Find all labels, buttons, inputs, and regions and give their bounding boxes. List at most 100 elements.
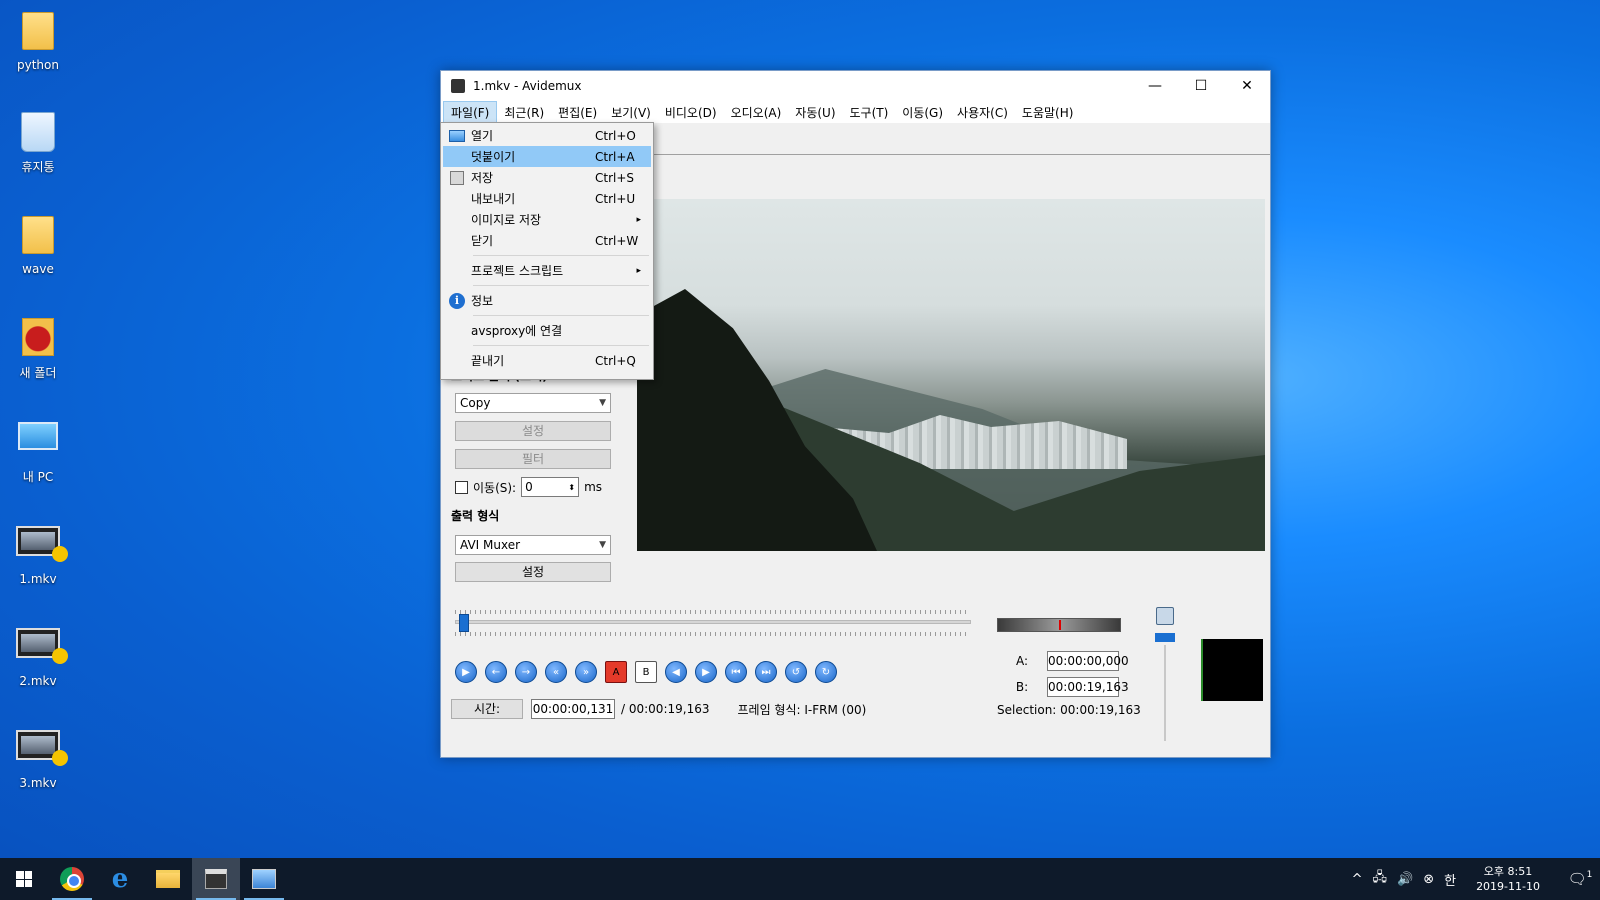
menu-view[interactable]: 보기(V) bbox=[604, 102, 658, 123]
menu-item-append[interactable]: 덧붙이기 Ctrl+A bbox=[443, 146, 651, 167]
taskbar-file-explorer[interactable] bbox=[144, 858, 192, 900]
audio-codec-select[interactable]: Copy ▼ bbox=[455, 393, 611, 413]
shift-spinbox[interactable]: 0 ⬍ bbox=[521, 477, 580, 497]
desktop-icon-python[interactable]: python bbox=[8, 8, 68, 72]
title-bar[interactable]: 1.mkv - Avidemux — ☐ ✕ bbox=[441, 71, 1270, 101]
seek-thumb[interactable] bbox=[459, 614, 469, 632]
desktop-icon-recycle-bin[interactable]: 휴지통 bbox=[8, 110, 68, 175]
next-black-frame-icon[interactable]: ▶ bbox=[695, 661, 717, 683]
clock[interactable]: 오후 8:51 2019-11-10 bbox=[1476, 864, 1540, 894]
output-format-label: 출력 형식 bbox=[451, 509, 500, 523]
menu-item-avsproxy[interactable]: avsproxy에 연결 bbox=[443, 320, 651, 341]
desktop-icon-wave[interactable]: wave bbox=[8, 212, 68, 276]
menu-item-label: 덧붙이기 bbox=[471, 150, 516, 164]
desktop-icon-label: 내 PC bbox=[22, 470, 54, 484]
desktop-icon-new-folder[interactable]: 새 폴더 bbox=[8, 314, 68, 381]
next-keyframe-icon[interactable]: » bbox=[575, 661, 597, 683]
menu-item-quit[interactable]: 끝내기 Ctrl+Q bbox=[443, 350, 651, 371]
back-60-icon[interactable]: ↺ bbox=[785, 661, 807, 683]
desktop-icon-label: wave bbox=[22, 262, 54, 276]
menu-item-info[interactable]: i 정보 bbox=[443, 290, 651, 311]
first-frame-icon[interactable]: ⏮ bbox=[725, 661, 747, 683]
menu-item-open[interactable]: 열기 Ctrl+O bbox=[443, 125, 651, 146]
set-marker-b-icon[interactable]: B bbox=[635, 661, 657, 683]
notification-icon[interactable]: 🗨 1 bbox=[1560, 870, 1600, 888]
menu-help[interactable]: 도움말(H) bbox=[1015, 102, 1081, 123]
taskbar-edge[interactable]: e bbox=[96, 858, 144, 900]
menu-bar: 파일(F) 최근(R) 편집(E) 보기(V) 비디오(D) 오디오(A) 자동… bbox=[441, 100, 1270, 124]
chevron-up-icon[interactable]: ^ bbox=[1352, 872, 1363, 887]
audio-filter-button[interactable]: 필터 bbox=[455, 449, 611, 469]
ime-indicator[interactable]: 한 bbox=[1444, 870, 1456, 889]
audio-meter bbox=[997, 618, 1121, 632]
video-file-icon bbox=[16, 628, 68, 672]
menu-item-save-as-image[interactable]: 이미지로 저장 ▸ bbox=[443, 209, 651, 230]
clock-time: 오후 8:51 bbox=[1483, 865, 1533, 878]
shift-row: 이동(S): 0 ⬍ ms bbox=[455, 477, 602, 497]
folder-icon bbox=[16, 12, 60, 56]
video-file-icon bbox=[16, 526, 68, 570]
menu-file[interactable]: 파일(F) bbox=[443, 100, 498, 124]
error-icon[interactable]: ⊗ bbox=[1423, 872, 1434, 887]
shift-checkbox[interactable] bbox=[455, 480, 468, 494]
next-frame-icon[interactable]: → bbox=[515, 661, 537, 683]
file-menu-dropdown: 열기 Ctrl+O 덧붙이기 Ctrl+A 저장 Ctrl+S 내보내기 Ctr… bbox=[440, 122, 654, 380]
menu-item-label: 열기 bbox=[471, 129, 494, 143]
menu-custom[interactable]: 사용자(C) bbox=[950, 102, 1015, 123]
menu-go[interactable]: 이동(G) bbox=[895, 102, 950, 123]
menu-auto[interactable]: 자동(U) bbox=[788, 102, 842, 123]
close-button[interactable]: ✕ bbox=[1224, 71, 1270, 101]
menu-item-export[interactable]: 내보내기 Ctrl+U bbox=[443, 188, 651, 209]
volume-thumb[interactable] bbox=[1155, 633, 1175, 642]
muxer-select[interactable]: AVI Muxer ▼ bbox=[455, 535, 611, 555]
menu-item-close[interactable]: 닫기 Ctrl+W bbox=[443, 230, 651, 251]
menu-item-save[interactable]: 저장 Ctrl+S bbox=[443, 167, 651, 188]
speaker-icon[interactable] bbox=[1156, 607, 1174, 625]
menu-separator bbox=[473, 285, 649, 286]
window-title: 1.mkv - Avidemux bbox=[473, 79, 582, 93]
desktop-icon-2mkv[interactable]: 2.mkv bbox=[8, 620, 68, 688]
desktop-icon-label: 1.mkv bbox=[19, 572, 57, 586]
menu-audio[interactable]: 오디오(A) bbox=[724, 102, 789, 123]
forward-60-icon[interactable]: ↻ bbox=[815, 661, 837, 683]
menu-item-label: 내보내기 bbox=[471, 192, 516, 206]
menu-tools[interactable]: 도구(T) bbox=[843, 102, 896, 123]
taskbar-avidemux[interactable] bbox=[192, 858, 240, 900]
submenu-arrow-icon: ▸ bbox=[636, 214, 641, 225]
open-folder-icon bbox=[449, 129, 465, 142]
desktop-icon-this-pc[interactable]: 내 PC bbox=[8, 416, 68, 485]
submenu-arrow-icon: ▸ bbox=[636, 265, 641, 276]
current-time-field[interactable]: 00:00:00,131 bbox=[531, 699, 615, 719]
menu-item-label: 저장 bbox=[471, 171, 494, 185]
taskbar-app[interactable] bbox=[240, 858, 288, 900]
maximize-button[interactable]: ☐ bbox=[1178, 71, 1224, 101]
menu-edit[interactable]: 편집(E) bbox=[551, 102, 604, 123]
windows-start-icon bbox=[16, 871, 32, 887]
menu-video[interactable]: 비디오(D) bbox=[658, 102, 724, 123]
play-icon[interactable]: ▶ bbox=[455, 661, 477, 683]
taskbar: e ^ 🖧 🔊 ⊗ 한 오후 8:51 2019-11-10 🗨 1 bbox=[0, 858, 1600, 900]
menu-recent[interactable]: 최근(R) bbox=[497, 102, 551, 123]
previous-frame-icon[interactable]: ← bbox=[485, 661, 507, 683]
seek-bar[interactable] bbox=[455, 608, 973, 638]
volume-icon[interactable]: 🔊 bbox=[1397, 872, 1413, 887]
menu-item-project-script[interactable]: 프로젝트 스크립트 ▸ bbox=[443, 260, 651, 281]
time-button[interactable]: 시간: bbox=[451, 699, 523, 719]
menu-item-label: 프로젝트 스크립트 bbox=[471, 264, 564, 278]
previous-keyframe-icon[interactable]: « bbox=[545, 661, 567, 683]
desktop-icon-1mkv[interactable]: 1.mkv bbox=[8, 518, 68, 586]
audio-settings-button[interactable]: 설정 bbox=[455, 421, 611, 441]
menu-item-shortcut: Ctrl+U bbox=[595, 191, 636, 206]
previous-black-frame-icon[interactable]: ◀ bbox=[665, 661, 687, 683]
taskbar-chrome[interactable] bbox=[48, 858, 96, 900]
minimize-button[interactable]: — bbox=[1132, 71, 1178, 101]
menu-separator bbox=[473, 345, 649, 346]
desktop-icon-3mkv[interactable]: 3.mkv bbox=[8, 722, 68, 790]
volume-slider[interactable] bbox=[1155, 607, 1175, 741]
muxer-settings-button[interactable]: 설정 bbox=[455, 562, 611, 582]
network-icon[interactable]: 🖧 bbox=[1373, 868, 1388, 890]
set-marker-a-icon[interactable]: A bbox=[605, 661, 627, 683]
last-frame-icon[interactable]: ⏭ bbox=[755, 661, 777, 683]
folder-icon bbox=[16, 318, 60, 362]
start-button[interactable] bbox=[0, 858, 48, 900]
